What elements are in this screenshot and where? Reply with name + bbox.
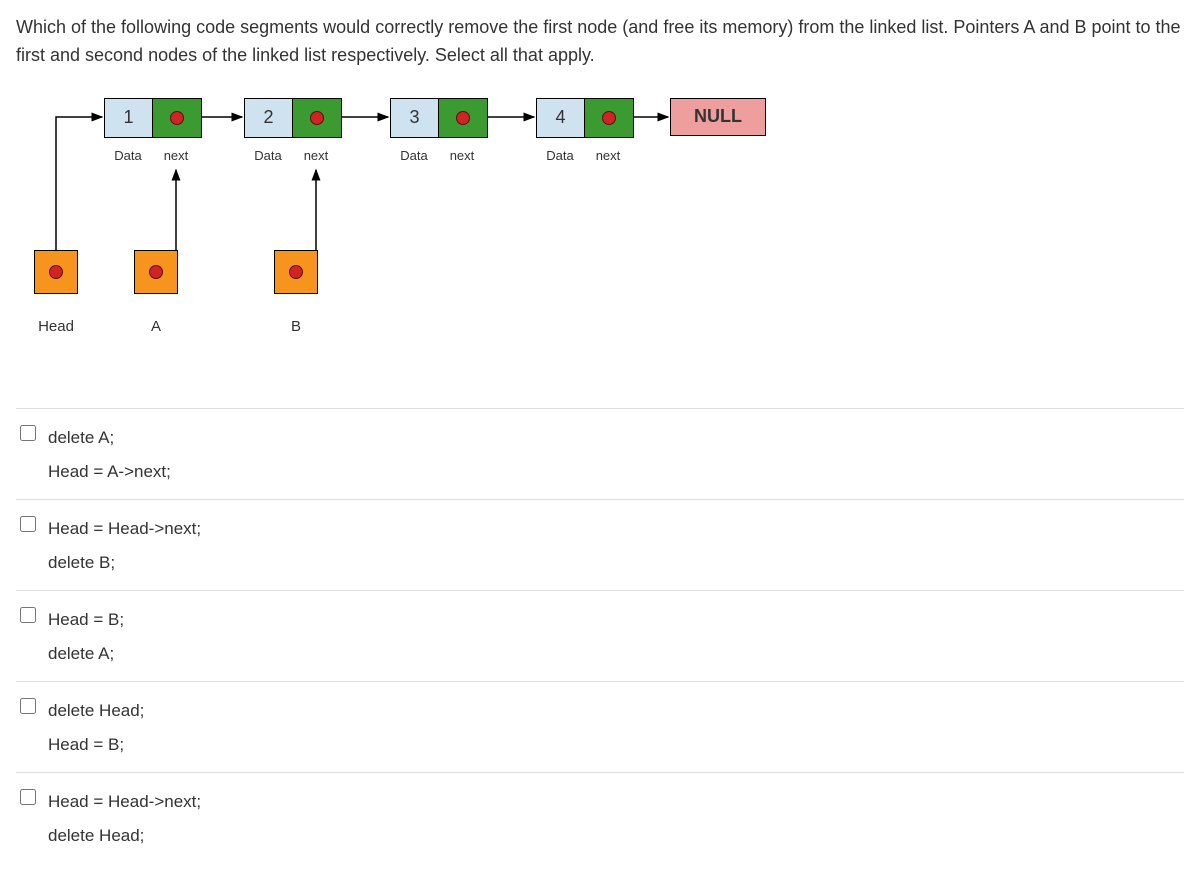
option-2[interactable]: Head = Head->next; delete B; (16, 499, 1184, 590)
node-2-next (293, 99, 341, 137)
node-4-data-label: Data (536, 148, 584, 163)
option-3-text: Head = B; delete A; (48, 603, 124, 671)
pointer-dot-icon (289, 265, 303, 279)
pointer-head-label: Head (34, 318, 78, 335)
option-3-checkbox[interactable] (20, 607, 36, 623)
pointer-dot-icon (170, 111, 184, 125)
node-1-data: 1 (105, 99, 153, 137)
node-1-next (153, 99, 201, 137)
pointer-dot-icon (310, 111, 324, 125)
node-3: 3 Data next (390, 98, 488, 163)
option-5[interactable]: Head = Head->next; delete Head; (16, 772, 1184, 863)
node-1: 1 Data next (104, 98, 202, 163)
node-4-data: 4 (537, 99, 585, 137)
option-4[interactable]: delete Head; Head = B; (16, 681, 1184, 772)
option-2-checkbox[interactable] (20, 516, 36, 532)
node-3-next (439, 99, 487, 137)
pointer-head (34, 250, 78, 294)
node-2-next-label: next (292, 148, 340, 163)
option-1-checkbox[interactable] (20, 425, 36, 441)
node-3-data-label: Data (390, 148, 438, 163)
node-1-data-label: Data (104, 148, 152, 163)
node-4-next (585, 99, 633, 137)
node-4: 4 Data next (536, 98, 634, 163)
option-4-checkbox[interactable] (20, 698, 36, 714)
node-3-data: 3 (391, 99, 439, 137)
linked-list-diagram: 1 Data next 2 Data next 3 Data next (16, 98, 1184, 378)
node-2-data: 2 (245, 99, 293, 137)
null-terminator: NULL (670, 98, 766, 136)
option-1-text: delete A; Head = A->next; (48, 421, 171, 489)
pointer-a-label: A (134, 318, 178, 335)
pointer-b (274, 250, 318, 294)
option-5-text: Head = Head->next; delete Head; (48, 785, 201, 853)
pointer-dot-icon (602, 111, 616, 125)
node-3-next-label: next (438, 148, 486, 163)
answer-options: delete A; Head = A->next; Head = Head->n… (16, 408, 1184, 863)
node-1-next-label: next (152, 148, 200, 163)
pointer-dot-icon (456, 111, 470, 125)
option-5-checkbox[interactable] (20, 789, 36, 805)
option-3[interactable]: Head = B; delete A; (16, 590, 1184, 681)
pointer-b-label: B (274, 318, 318, 335)
question-text: Which of the following code segments wou… (16, 14, 1184, 70)
node-2: 2 Data next (244, 98, 342, 163)
pointer-dot-icon (149, 265, 163, 279)
option-4-text: delete Head; Head = B; (48, 694, 144, 762)
node-4-next-label: next (584, 148, 632, 163)
option-2-text: Head = Head->next; delete B; (48, 512, 201, 580)
pointer-dot-icon (49, 265, 63, 279)
option-1[interactable]: delete A; Head = A->next; (16, 408, 1184, 499)
node-2-data-label: Data (244, 148, 292, 163)
pointer-a (134, 250, 178, 294)
